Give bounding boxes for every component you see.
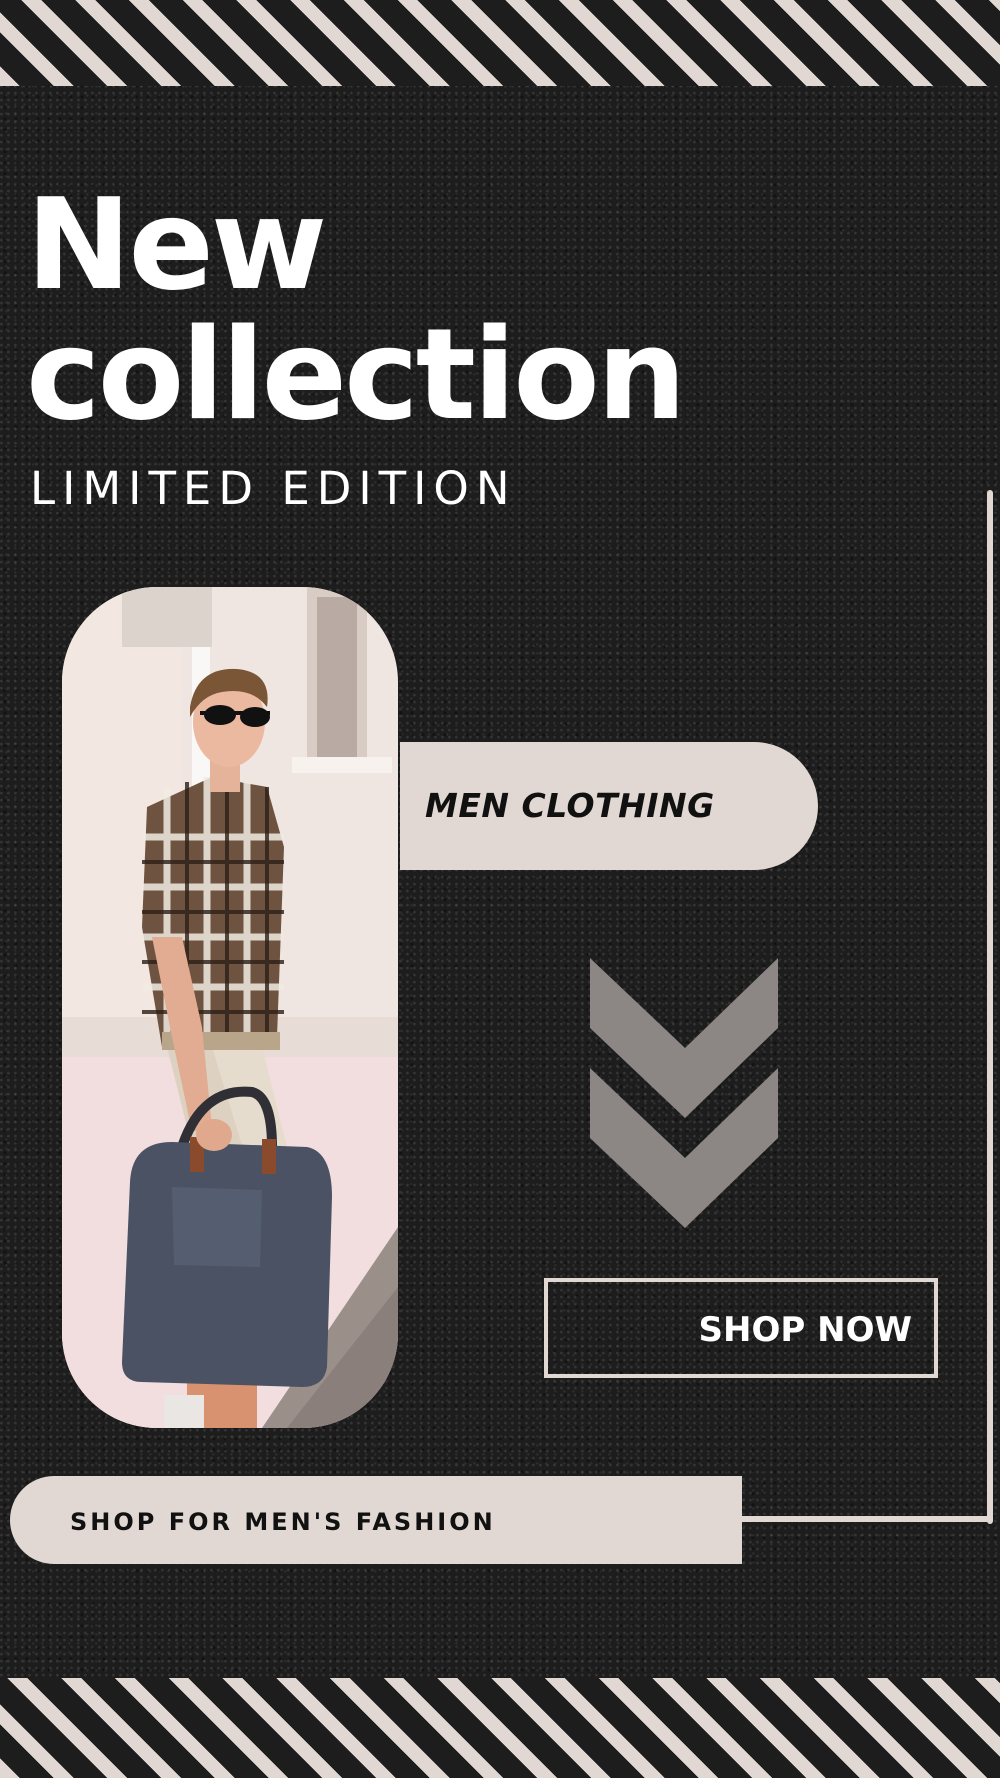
double-chevron-down-icon bbox=[590, 958, 780, 1235]
decorative-frame-line-vertical bbox=[987, 490, 993, 1524]
promo-banner: New collection LIMITED EDITION MEN CLOTH… bbox=[0, 0, 1000, 1778]
tagline-label: SHOP FOR MEN'S FASHION bbox=[70, 1508, 496, 1536]
top-stripe-border bbox=[0, 0, 1000, 86]
decorative-frame-line-horizontal bbox=[735, 1516, 993, 1522]
headline-line-1: New bbox=[26, 171, 327, 318]
category-pill: MEN CLOTHING bbox=[400, 742, 818, 870]
tagline-bar: SHOP FOR MEN'S FASHION bbox=[10, 1476, 742, 1564]
shop-now-button[interactable]: SHOP NOW bbox=[544, 1278, 938, 1378]
shop-now-label: SHOP NOW bbox=[698, 1310, 912, 1350]
subtitle-limited-edition: LIMITED EDITION bbox=[30, 462, 517, 515]
category-label: MEN CLOTHING bbox=[425, 786, 715, 825]
headline-line-2: collection bbox=[26, 301, 686, 448]
bottom-stripe-border bbox=[0, 1678, 1000, 1778]
model-photo bbox=[62, 587, 398, 1428]
